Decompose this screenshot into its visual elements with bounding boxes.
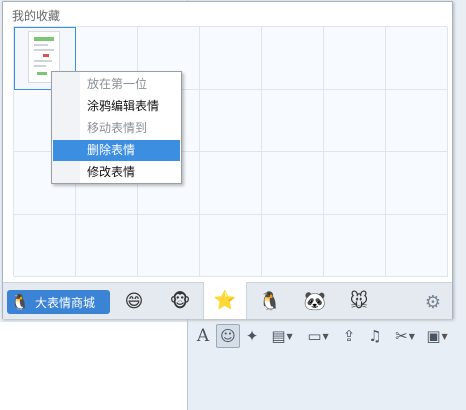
grid-cell[interactable] [386,152,448,215]
font-icon[interactable]: A [190,324,216,348]
grid-cell[interactable] [14,214,76,277]
menu-item-doodle-edit[interactable]: 涂鸦编辑表情 [53,96,180,117]
gif-sticker-icon[interactable]: ▤ ▼ [264,324,300,348]
message-record-icon[interactable]: ▣ ▼ [422,324,452,348]
menu-item-move-emoji-to: 移动表情到 [87,121,148,135]
grid-cell[interactable] [262,152,324,215]
grid-cell[interactable] [386,89,448,152]
grid-cell[interactable] [324,214,386,277]
upload-icon[interactable]: ⇪ [336,324,362,348]
music-icon[interactable]: ♫ [362,324,388,348]
grid-cell[interactable] [386,27,448,90]
magic-wand-icon[interactable]: ✦ [240,324,264,348]
menu-item-modify-emoji[interactable]: 修改表情 [53,162,180,183]
screenshot-scissors-icon[interactable]: ✂ ▼ [388,324,422,348]
sticker-shop-label: 大表情商城 [35,295,96,310]
grid-cell[interactable] [138,214,200,277]
grid-cell[interactable] [324,27,386,90]
grid-cell[interactable] [324,89,386,152]
gear-icon[interactable]: ⚙ [421,290,445,314]
grid-cell[interactable] [200,89,262,152]
emoji-category-bar: 🐧 大表情商城 😄 🐵 ⭐ 🐧 🐼 🐭 ⚙ [3,282,452,319]
grid-cell[interactable] [200,214,262,277]
grid-cell[interactable] [262,214,324,277]
menu-item-delete-emoji[interactable]: 删除表情 [53,140,180,161]
panda-face-icon[interactable]: 🐼 [293,283,337,319]
image-icon[interactable]: ▭ ▼ [300,324,336,348]
chat-toolbar: A ☺ ✦ ▤ ▼ ▭ ▼ ⇪ ♫ ✂ ▼ ▣ ▼ [190,324,452,348]
sticker-shop-button[interactable]: 🐧 大表情商城 [7,290,110,314]
grid-cell[interactable] [200,27,262,90]
grid-cell[interactable] [324,152,386,215]
star-favorites-icon[interactable]: ⭐ [203,282,247,319]
grid-cell[interactable] [76,214,138,277]
context-menu: 放在第一位 涂鸦编辑表情 移动表情到 删除表情 修改表情 [51,71,182,184]
emoji-icon[interactable]: ☺ [216,324,240,348]
grid-cell[interactable] [262,27,324,90]
smiley-face-icon[interactable]: 😄 [112,283,156,319]
menu-item-move-to-first: 放在第一位 [87,77,148,91]
penguin-face-icon[interactable]: 🐧 [248,283,292,319]
monkey-face-icon[interactable]: 🐵 [158,283,202,319]
grid-cell[interactable] [200,152,262,215]
penguin-mascot-icon: 🐧 [10,293,30,311]
grid-cell[interactable] [262,89,324,152]
grid-cell[interactable] [386,214,448,277]
chat-sidebar-area [0,322,187,410]
panel-title: 我的收藏 [12,9,61,23]
mouse-face-icon[interactable]: 🐭 [337,283,381,319]
